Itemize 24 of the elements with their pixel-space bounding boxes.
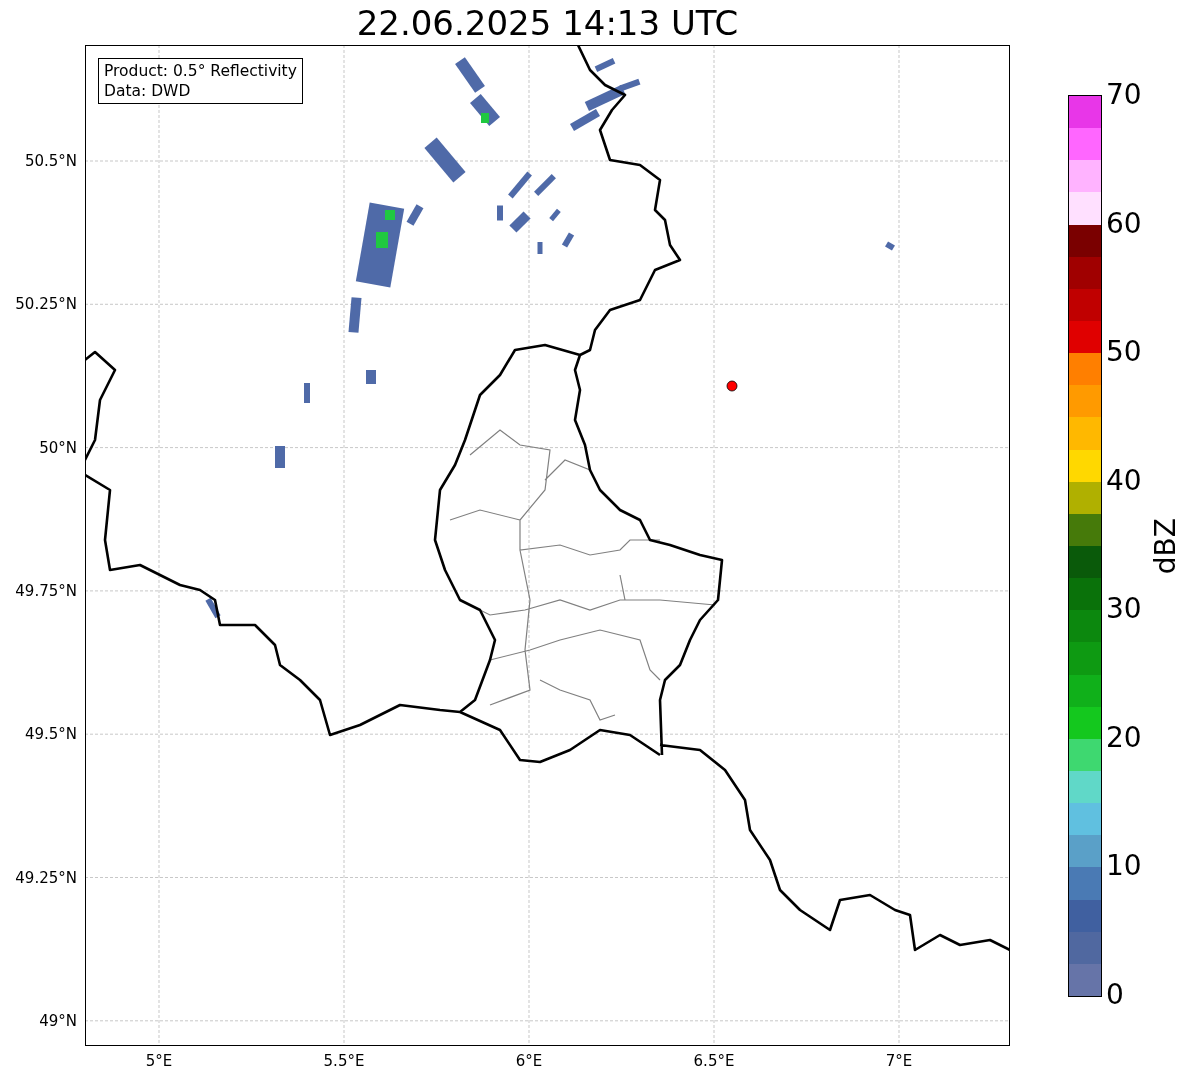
info-text: Data: DWD bbox=[104, 81, 192, 101]
colorbar-tick-label: 70 bbox=[1106, 79, 1142, 111]
colorbar-tick-label: 60 bbox=[1106, 207, 1142, 240]
longitude-label: 5°E bbox=[145, 1052, 173, 1070]
latitude-label: 49.75°N bbox=[15, 581, 77, 600]
longitude-label: 5.5°E bbox=[323, 1052, 365, 1070]
colorbar-tick-label: 20 bbox=[1106, 721, 1142, 754]
latitude-label: 49.25°N bbox=[15, 868, 77, 887]
colorbar-label: dBZ bbox=[1150, 517, 1182, 575]
longitude-label: 6.5°E bbox=[693, 1052, 735, 1070]
latitude-label: 50°N bbox=[39, 438, 77, 457]
longitude-label: 7°E bbox=[885, 1052, 913, 1070]
latitude-label: 49.5°N bbox=[24, 725, 77, 744]
colorbar-tick-label: 10 bbox=[1106, 850, 1142, 883]
info-text: Product: 0.5° Reflectivity bbox=[104, 61, 297, 81]
longitude-label: 6°E bbox=[515, 1052, 543, 1070]
colorbar-tick-label: 30 bbox=[1106, 593, 1142, 626]
latitude-label: 50.5°N bbox=[24, 152, 77, 170]
latitude-label: 50.25°N bbox=[15, 295, 77, 314]
colorbar-tick-label: 40 bbox=[1106, 464, 1142, 497]
colorbar-tick-label: 0 bbox=[1106, 979, 1124, 1011]
chart-title: 22.06.2025 14:13 UTC bbox=[356, 2, 739, 43]
latitude-label: 49°N bbox=[39, 1011, 77, 1030]
colorbar-tick-label: 50 bbox=[1106, 336, 1142, 369]
